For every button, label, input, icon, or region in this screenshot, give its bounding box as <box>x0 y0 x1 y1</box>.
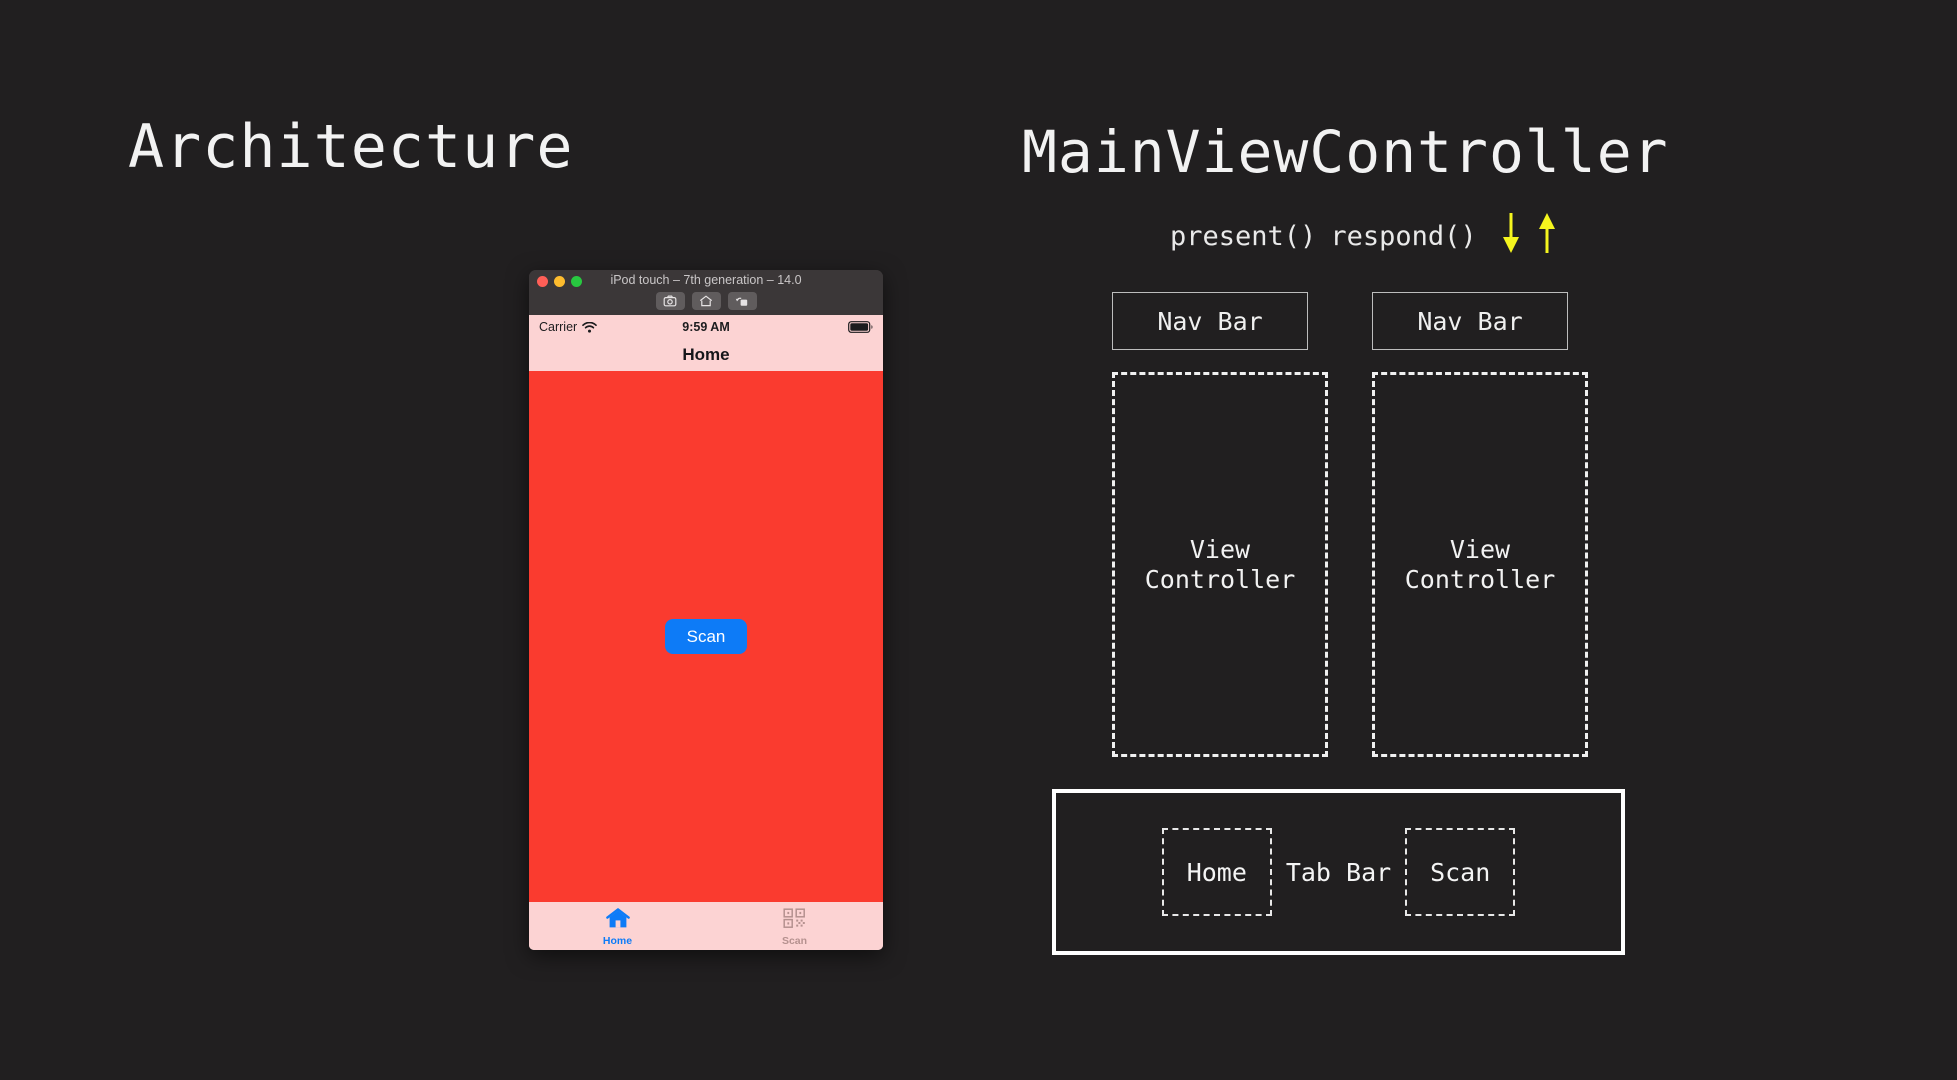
camera-icon <box>663 295 677 307</box>
ios-content-view: Scan <box>529 371 883 902</box>
arrow-down-icon <box>1501 212 1521 261</box>
screenshot-button[interactable] <box>655 292 685 310</box>
ios-simulator-window[interactable]: iPod touch – 7th generation – 14.0 Carri… <box>529 270 883 950</box>
vc-right-line2: Controller <box>1404 564 1556 594</box>
rotate-button[interactable] <box>727 292 757 310</box>
ios-status-bar: Carrier 9:59 AM <box>529 315 883 339</box>
view-controller-left-text: View Controller <box>1145 535 1296 594</box>
view-controller-right-text: View Controller <box>1405 535 1556 594</box>
diagram-view-controller-right: View Controller <box>1372 372 1588 757</box>
flow-annotation: present() respond() <box>1170 212 1557 261</box>
home-button[interactable] <box>691 292 721 310</box>
diagram-tab-home: Home <box>1161 828 1272 916</box>
home-icon <box>699 295 713 307</box>
diagram-tab-bar-row: Home Tab Bar Scan <box>1161 828 1516 916</box>
qrcode-icon <box>783 908 806 933</box>
ios-screen: Carrier 9:59 AM Home Scan Home Scan <box>529 315 883 950</box>
vc-left-line2: Controller <box>1144 564 1296 594</box>
diagram-tab-scan: Scan <box>1405 828 1516 916</box>
nav-bar-title: Home <box>682 345 730 364</box>
tab-label-home: Home <box>602 935 633 947</box>
respond-label: respond() <box>1330 221 1477 252</box>
vc-right-line1: View <box>1449 535 1511 564</box>
page-title-architecture: Architecture <box>128 112 574 182</box>
diagram-nav-bar-left: Nav Bar <box>1112 292 1308 350</box>
arrow-up-icon <box>1537 212 1557 261</box>
home-icon <box>605 908 630 933</box>
diagram-view-controller-left: View Controller <box>1112 372 1328 757</box>
simulator-window-title: iPod touch – 7th generation – 14.0 <box>610 273 802 287</box>
page-title-mainviewcontroller: MainViewController <box>1022 118 1669 186</box>
simulator-titlebar[interactable]: iPod touch – 7th generation – 14.0 <box>529 270 883 292</box>
simulator-toolbar[interactable] <box>529 292 883 315</box>
scan-button[interactable]: Scan <box>664 619 748 654</box>
vc-left-line1: View <box>1189 535 1251 564</box>
diagram-tab-bar-label: Tab Bar <box>1285 857 1392 887</box>
rotate-icon <box>735 295 749 307</box>
ios-nav-bar: Home <box>529 339 883 371</box>
tab-label-scan: Scan <box>781 935 808 947</box>
tab-item-home[interactable]: Home <box>529 902 706 950</box>
ios-tab-bar[interactable]: Home Scan <box>529 902 883 950</box>
tab-item-scan[interactable]: Scan <box>706 902 883 950</box>
flow-arrows <box>1501 212 1557 261</box>
status-bar-time: 9:59 AM <box>682 320 730 334</box>
diagram-tab-bar: Home Tab Bar Scan <box>1052 789 1625 955</box>
present-label: present() <box>1170 221 1317 252</box>
diagram-nav-bar-right: Nav Bar <box>1372 292 1568 350</box>
